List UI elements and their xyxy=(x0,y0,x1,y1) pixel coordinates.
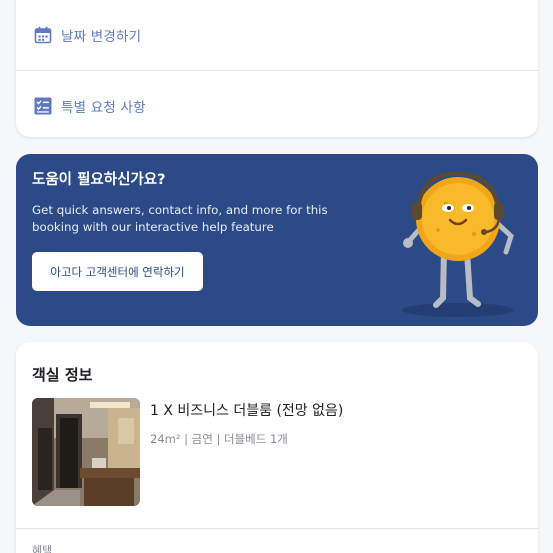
booking-options-card: 날짜 변경하기 특별 요청 사항 xyxy=(16,0,538,137)
help-description: Get quick answers, contact info, and mor… xyxy=(32,203,328,234)
room-name: 1 X 비즈니스 더블룸 (전망 없음) xyxy=(150,403,344,419)
room-info-card: 객실 정보 1 X 비즈니스 더블룸 (전망 없음) 24m² | 금연 | 더… xyxy=(16,342,538,553)
contact-customer-service-button[interactable]: 아고다 고객센터에 연락하기 xyxy=(32,252,203,291)
benefits-label: 혜택 xyxy=(32,544,53,553)
room-details: 24m² | 금연 | 더블베드 1개 xyxy=(150,432,288,446)
special-request-label: 특별 요청 사항 xyxy=(61,100,146,116)
calendar-icon xyxy=(34,26,52,44)
support-mascot-icon xyxy=(402,171,514,317)
checklist-icon xyxy=(34,97,52,115)
change-date-option[interactable]: 날짜 변경하기 xyxy=(16,0,538,70)
help-banner: 도움이 필요하신가요? Get quick answers, contact i… xyxy=(16,154,538,326)
change-date-label: 날짜 변경하기 xyxy=(61,29,142,45)
room-photo[interactable] xyxy=(32,398,140,506)
room-info-heading: 객실 정보 xyxy=(32,366,93,384)
special-request-option[interactable]: 특별 요청 사항 xyxy=(16,71,538,141)
help-title: 도움이 필요하신가요? xyxy=(32,172,166,188)
divider xyxy=(16,528,538,529)
